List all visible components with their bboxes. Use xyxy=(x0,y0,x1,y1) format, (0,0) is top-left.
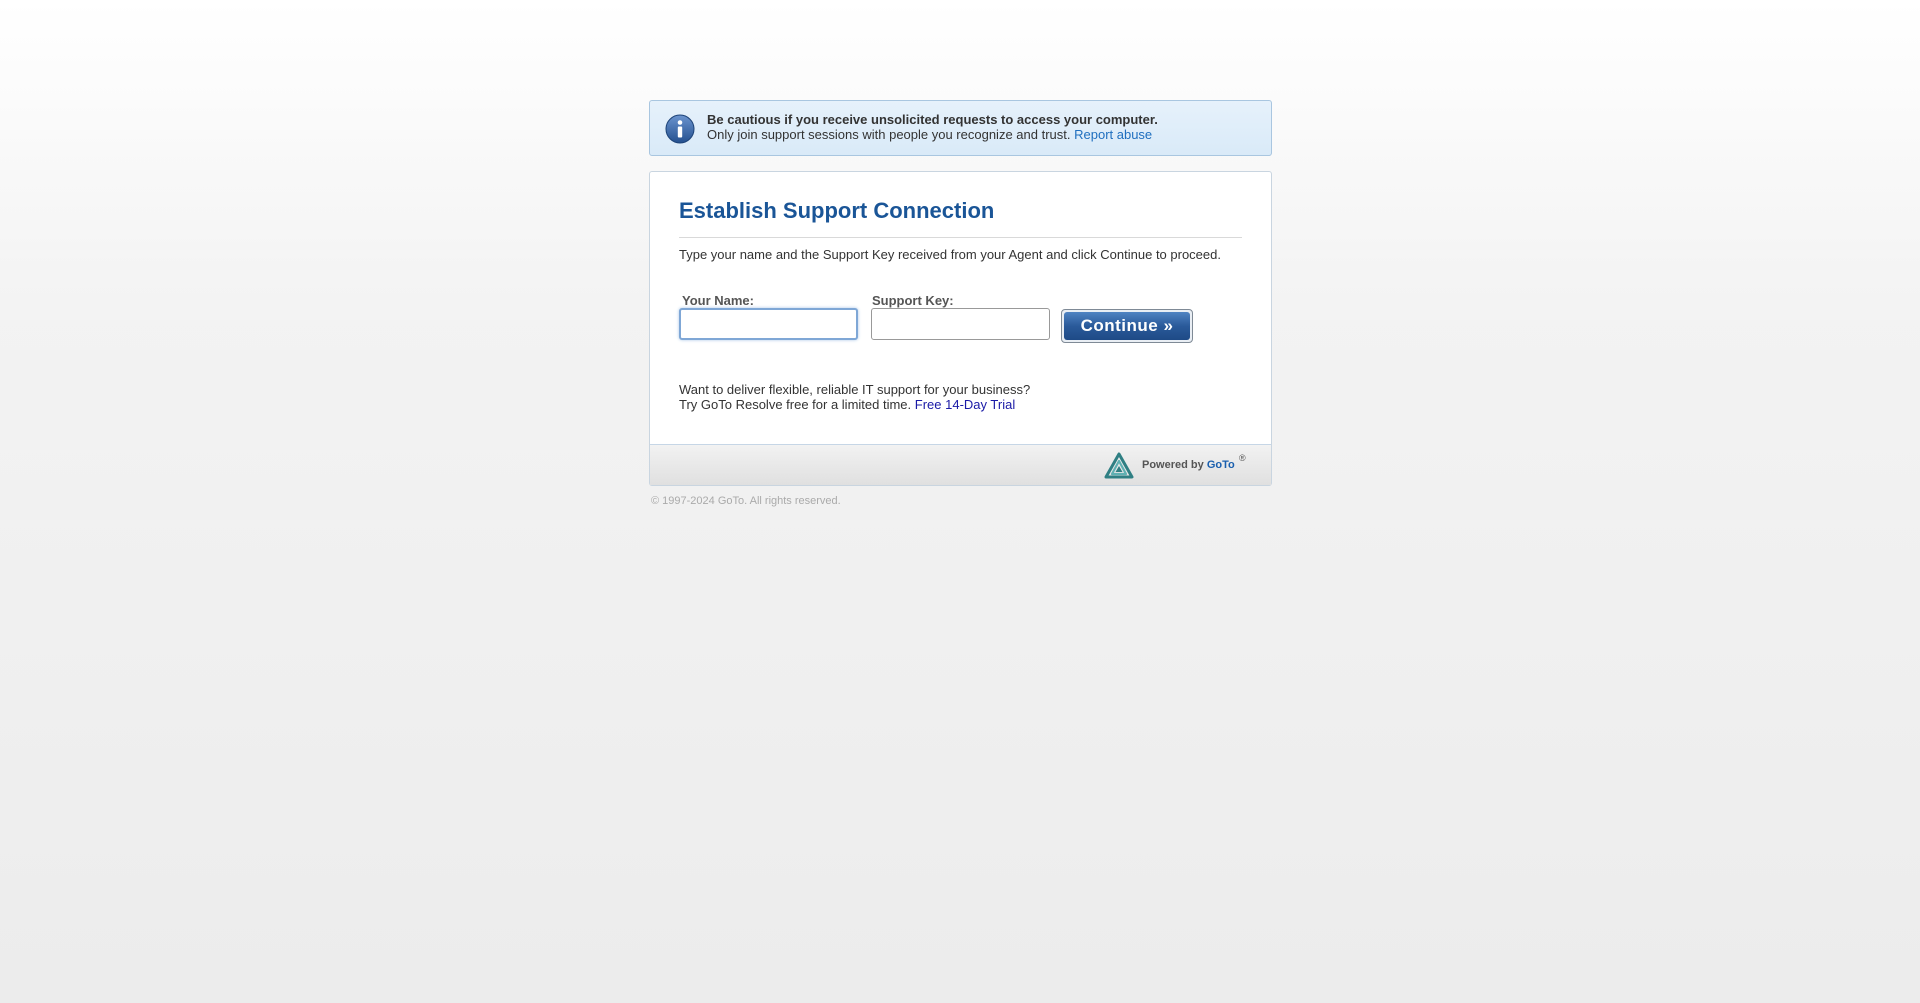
report-abuse-link[interactable]: Report abuse xyxy=(1074,127,1152,142)
support-key-label: Support Key: xyxy=(872,293,954,308)
promo-text: Want to deliver flexible, reliable IT su… xyxy=(679,382,1030,412)
promo-line-2-text: Try GoTo Resolve free for a limited time… xyxy=(679,397,912,412)
security-notice: Be cautious if you receive unsolicited r… xyxy=(649,100,1272,156)
card-footer: Powered by GoTo ® xyxy=(650,444,1271,485)
copyright-text: © 1997-2024 GoTo. All rights reserved. xyxy=(651,495,841,507)
notice-body: Only join support sessions with people y… xyxy=(707,127,1071,142)
continue-button-label: Continue » xyxy=(1064,312,1190,340)
your-name-label: Your Name: xyxy=(682,293,754,308)
registered-mark: ® xyxy=(1239,453,1246,463)
info-icon xyxy=(665,114,695,144)
connection-card: Establish Support Connection Type your n… xyxy=(649,171,1272,486)
instructions-text: Type your name and the Support Key recei… xyxy=(679,247,1221,262)
page-title: Establish Support Connection xyxy=(679,198,995,223)
your-name-input[interactable] xyxy=(679,308,858,340)
continue-button[interactable]: Continue » xyxy=(1061,309,1193,343)
notice-headline: Be cautious if you receive unsolicited r… xyxy=(707,112,1158,127)
notice-text: Be cautious if you receive unsolicited r… xyxy=(707,112,1158,142)
promo-line-2: Try GoTo Resolve free for a limited time… xyxy=(679,397,1030,412)
free-trial-link[interactable]: Free 14-Day Trial xyxy=(915,397,1015,412)
powered-by-label: Powered by xyxy=(1142,459,1204,471)
goto-logo-icon xyxy=(1104,452,1134,479)
support-key-input[interactable] xyxy=(871,308,1050,340)
page-container: Be cautious if you receive unsolicited r… xyxy=(649,100,1272,507)
promo-line-1: Want to deliver flexible, reliable IT su… xyxy=(679,382,1031,397)
goto-brand-link[interactable]: GoTo xyxy=(1207,459,1235,471)
powered-by-text: Powered by GoTo xyxy=(1142,459,1235,471)
title-divider xyxy=(679,237,1242,238)
